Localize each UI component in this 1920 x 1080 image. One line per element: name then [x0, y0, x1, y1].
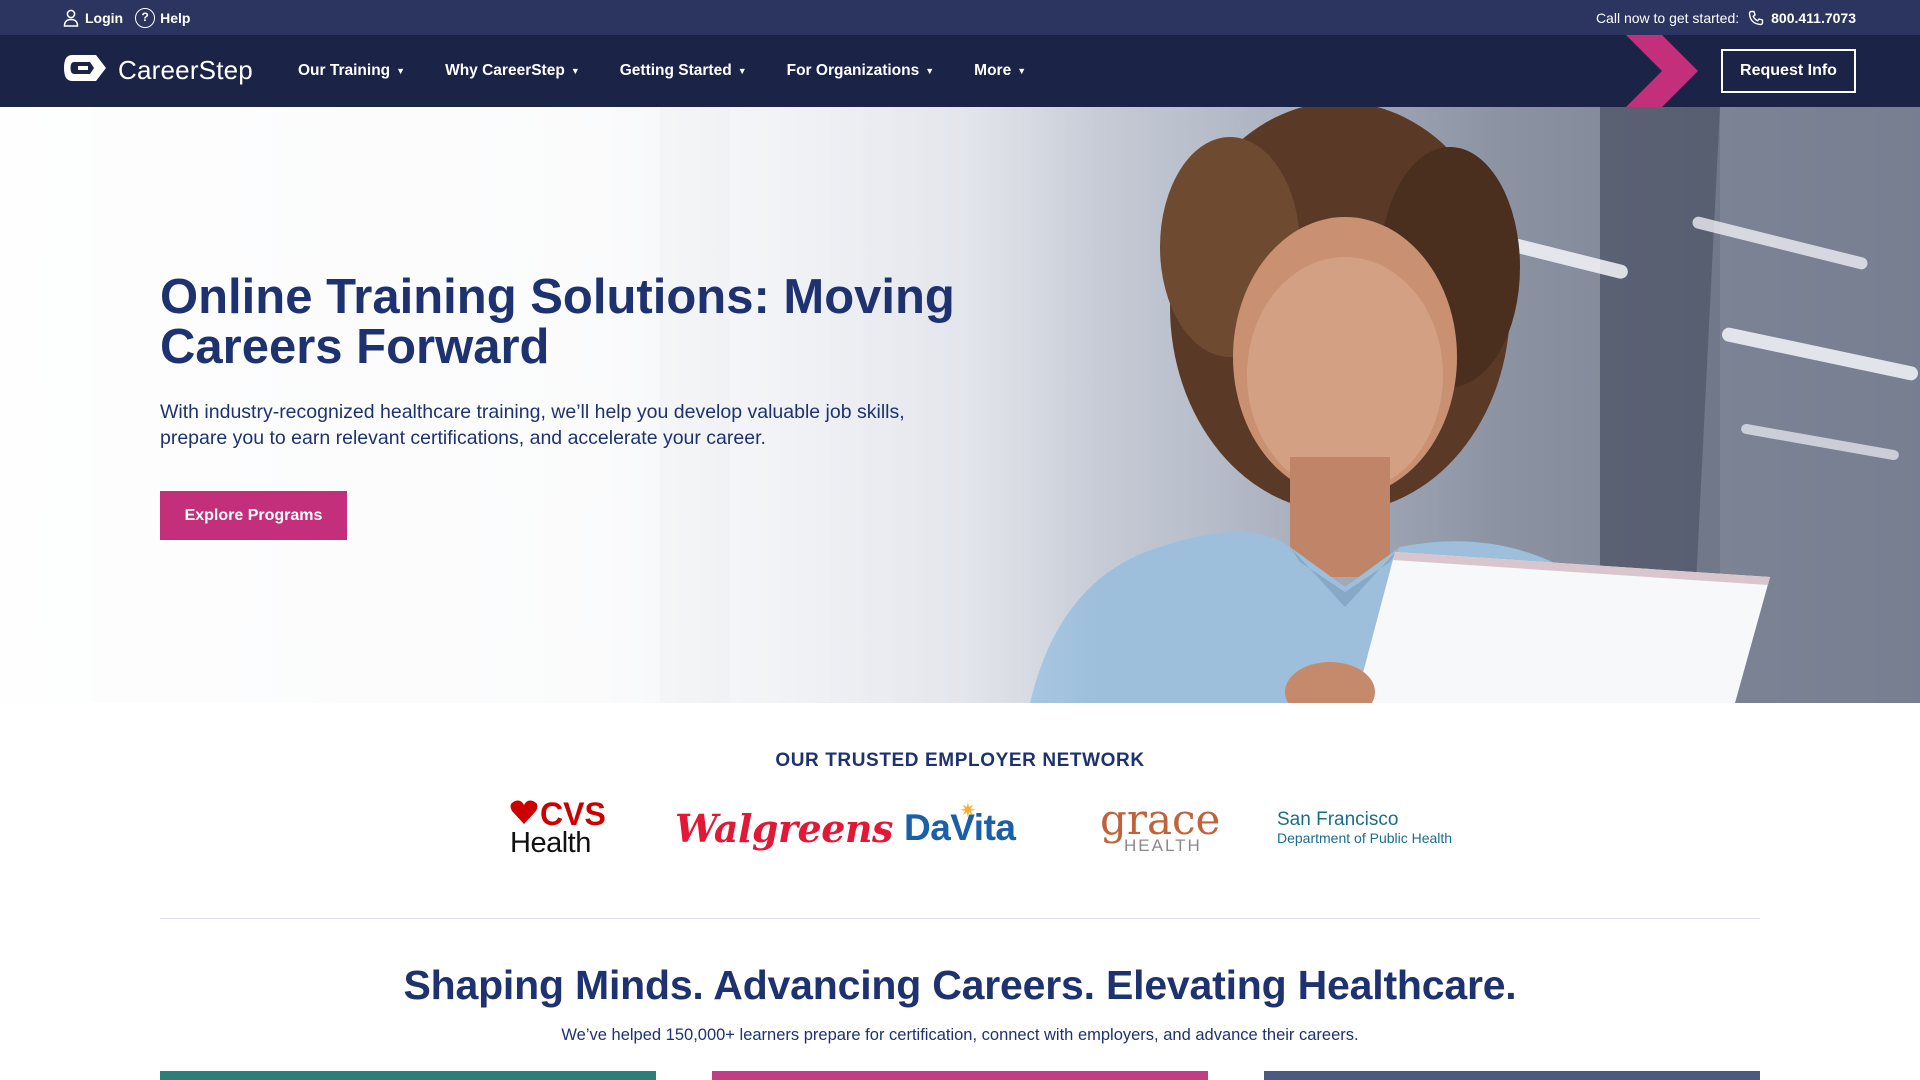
hero-section: Online Training Solutions: Moving Career… — [0, 107, 1920, 703]
section-divider — [160, 918, 1760, 919]
phone-icon — [1747, 9, 1765, 27]
nav-item-getting-started[interactable]: Getting Started ▼ — [620, 62, 747, 80]
nav-item-why-careerstep[interactable]: Why CareerStep ▼ — [445, 62, 580, 80]
employer-logos: CVS Health Walgreens DaVita ✷ grace HEAL… — [0, 798, 1920, 858]
phone-number: 800.411.7073 — [1771, 9, 1856, 26]
davita-logo: DaVita ✷ — [904, 798, 1032, 858]
nav-item-for-organizations[interactable]: For Organizations ▼ — [787, 62, 935, 80]
grace-health-logo: grace HEALTH — [1100, 798, 1220, 858]
caret-down-icon: ▼ — [570, 66, 580, 76]
cvs-health-logo: CVS Health — [510, 798, 606, 858]
sf-public-health-logo: San Francisco Department of Public Healt… — [1277, 798, 1452, 858]
user-icon — [62, 9, 80, 27]
sf-text: San Francisco — [1277, 809, 1399, 830]
feature-card[interactable] — [160, 1071, 656, 1080]
feature-card[interactable] — [712, 1071, 1208, 1080]
nav-item-our-training[interactable]: Our Training ▼ — [298, 62, 405, 80]
phone-link[interactable]: 800.411.7073 — [1747, 9, 1856, 27]
grace-text: grace — [1100, 794, 1221, 844]
nav-item-label: Why CareerStep — [445, 62, 565, 79]
feature-card[interactable] — [1264, 1071, 1760, 1080]
call-text: Call now to get started: — [1595, 9, 1740, 26]
utility-bar: Login ? Help Call now to get started: 80… — [0, 0, 1920, 35]
nav-item-label: Our Training — [298, 62, 391, 79]
login-link[interactable]: Login — [62, 9, 123, 27]
nav-item-label: More — [974, 62, 1012, 79]
hero-title: Online Training Solutions: Moving Career… — [160, 270, 955, 374]
hero-subtitle: With industry-recognized healthcare trai… — [160, 401, 905, 449]
call-info: Call now to get started: 800.411.7073 — [1596, 0, 1856, 35]
help-label: Help — [160, 9, 191, 26]
star-icon: ✷ — [959, 799, 977, 822]
main-nav: CareerStep Our Training ▼ Why CareerStep… — [0, 35, 1920, 107]
logo-text: CareerStep — [118, 55, 253, 85]
network-heading: OUR TRUSTED EMPLOYER NETWORK — [775, 750, 1145, 771]
request-info-button[interactable]: Request Info — [1721, 49, 1856, 93]
nav-item-label: Getting Started — [619, 62, 732, 79]
walgreens-logo: Walgreens — [675, 805, 893, 851]
help-link[interactable]: ? Help — [135, 7, 191, 28]
primary-menu: Our Training ▼ Why CareerStep ▼ Getting … — [298, 35, 1026, 107]
careerstep-logo-icon — [62, 53, 108, 88]
grace-health-text: HEALTH — [1124, 835, 1202, 855]
login-label: Login — [85, 9, 124, 26]
sf-department-text: Department of Public Health — [1277, 830, 1453, 846]
utility-links: Login ? Help — [62, 0, 190, 35]
caret-down-icon: ▼ — [1017, 66, 1027, 76]
nav-item-label: For Organizations — [786, 62, 920, 79]
mission-subtitle: We’ve helped 150,000+ learners prepare f… — [561, 1026, 1359, 1044]
chevron-right-accent — [1626, 35, 1698, 107]
caret-down-icon: ▼ — [737, 66, 747, 76]
nav-item-more[interactable]: More ▼ — [974, 62, 1026, 80]
cvs-text: CVS — [540, 796, 606, 832]
careerstep-logo[interactable]: CareerStep — [62, 53, 253, 88]
explore-programs-button[interactable]: Explore Programs — [160, 491, 347, 540]
caret-down-icon: ▼ — [396, 66, 406, 76]
caret-down-icon: ▼ — [925, 66, 935, 76]
cvs-health-text: Health — [510, 827, 591, 859]
heart-icon — [510, 799, 538, 829]
question-circle-icon: ? — [135, 7, 156, 28]
mission-title: Shaping Minds. Advancing Careers. Elevat… — [403, 962, 1517, 1008]
cvs-wordmark: CVS — [510, 796, 606, 832]
